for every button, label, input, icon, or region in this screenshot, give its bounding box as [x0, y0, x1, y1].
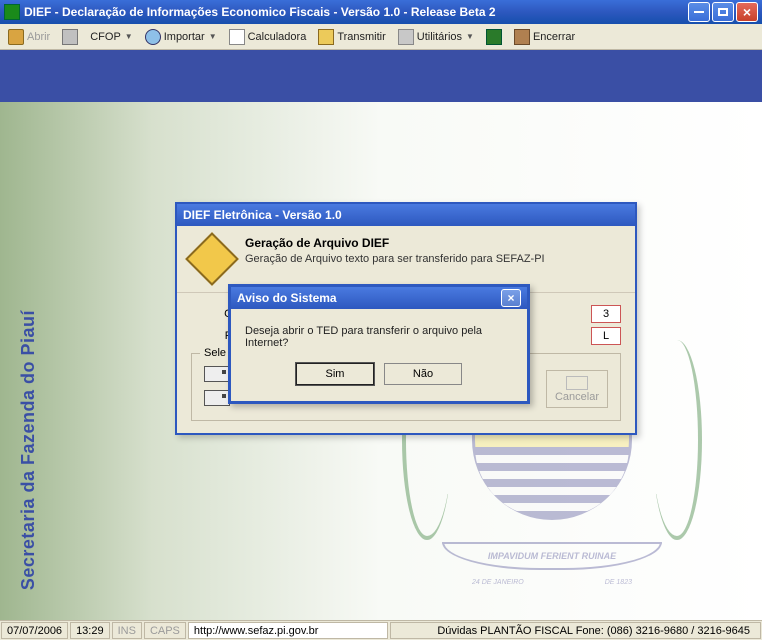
menu-calculadora[interactable]: Calculadora — [225, 27, 311, 47]
side-label: Secretaria da Fazenda do Piauí — [18, 310, 39, 590]
floppy-icon — [204, 366, 230, 382]
banner — [0, 50, 762, 102]
menu-cfop[interactable]: CFOP ▼ — [86, 29, 136, 45]
menu-cfop-label: CFOP — [90, 31, 121, 43]
menu-transmitir[interactable]: Transmitir — [314, 27, 389, 47]
app-icon — [4, 4, 20, 20]
crest-date-left: 24 DE JANEIRO — [472, 579, 524, 586]
disk-icon — [185, 232, 239, 286]
crest-motto: IMPAVIDUM FERIENT RUINAE — [442, 542, 662, 570]
status-help: Dúvidas PLANTÃO FISCAL Fone: (086) 3216-… — [390, 622, 761, 639]
alert-titlebar[interactable]: Aviso do Sistema × — [231, 287, 527, 309]
dialog-aviso-sistema: Aviso do Sistema × Deseja abrir o TED pa… — [228, 284, 530, 404]
hdd-icon — [204, 390, 230, 406]
alert-message: Deseja abrir o TED para transferir o arq… — [231, 309, 527, 363]
alert-title: Aviso do Sistema — [237, 291, 337, 305]
exit-icon — [514, 29, 530, 45]
menu-utilitarios[interactable]: Utilitários ▼ — [394, 27, 478, 47]
status-caps: CAPS — [144, 622, 186, 639]
chevron-down-icon: ▼ — [466, 32, 474, 41]
print-icon — [62, 29, 78, 45]
dialog-subheading: Geração de Arquivo texto para ser transf… — [245, 253, 545, 265]
alert-close-button[interactable]: × — [501, 289, 521, 307]
dialog-heading: Geração de Arquivo DIEF — [245, 236, 389, 250]
folder-icon — [8, 29, 24, 45]
alert-no-button[interactable]: Não — [384, 363, 462, 385]
cancel-button: Cancelar — [546, 370, 608, 408]
dialog-title[interactable]: DIEF Eletrônica - Versão 1.0 — [177, 204, 635, 226]
menu-encerrar-label: Encerrar — [533, 31, 575, 43]
calculator-icon — [229, 29, 245, 45]
statusbar: 07/07/2006 13:29 INS CAPS http://www.sef… — [0, 620, 762, 640]
menu-calculadora-label: Calculadora — [248, 31, 307, 43]
window-titlebar: DIEF - Declaração de Informações Economi… — [0, 0, 762, 24]
close-button[interactable]: × — [736, 2, 758, 22]
cancel-icon — [566, 376, 588, 390]
menu-importar-label: Importar — [164, 31, 205, 43]
menubar: Abrir CFOP ▼ Importar ▼ Calculadora Tran… — [0, 24, 762, 50]
window-controls: × — [688, 2, 758, 22]
status-time: 13:29 — [70, 622, 110, 639]
fieldset-legend: Sele — [200, 347, 230, 359]
field-aux-2[interactable]: L — [591, 327, 621, 345]
crest-date-right: DE 1823 — [605, 579, 632, 586]
status-url[interactable]: http://www.sefaz.pi.gov.br — [188, 622, 388, 639]
menu-transmitir-label: Transmitir — [337, 31, 385, 43]
menu-abrir-label: Abrir — [27, 31, 50, 43]
workspace: Secretaria da Fazenda do Piauí IMPAVIDUM… — [0, 102, 762, 620]
maximize-button[interactable] — [712, 2, 734, 22]
menu-encerrar[interactable]: Encerrar — [510, 27, 579, 47]
globe-icon — [145, 29, 161, 45]
book-icon — [486, 29, 502, 45]
field-aux-1[interactable]: 3 — [591, 305, 621, 323]
menu-print[interactable] — [58, 27, 82, 47]
menu-reference[interactable] — [482, 27, 506, 47]
status-date: 07/07/2006 — [1, 622, 68, 639]
menu-utilitarios-label: Utilitários — [417, 31, 462, 43]
status-ins: INS — [112, 622, 142, 639]
window-title: DIEF - Declaração de Informações Economi… — [24, 5, 688, 19]
menu-importar[interactable]: Importar ▼ — [141, 27, 221, 47]
minimize-button[interactable] — [688, 2, 710, 22]
chevron-down-icon: ▼ — [125, 32, 133, 41]
utilities-icon — [398, 29, 414, 45]
menu-abrir: Abrir — [4, 27, 54, 47]
chevron-down-icon: ▼ — [209, 32, 217, 41]
transmit-icon — [318, 29, 334, 45]
cancel-label: Cancelar — [555, 391, 599, 403]
alert-yes-button[interactable]: Sim — [296, 363, 374, 385]
